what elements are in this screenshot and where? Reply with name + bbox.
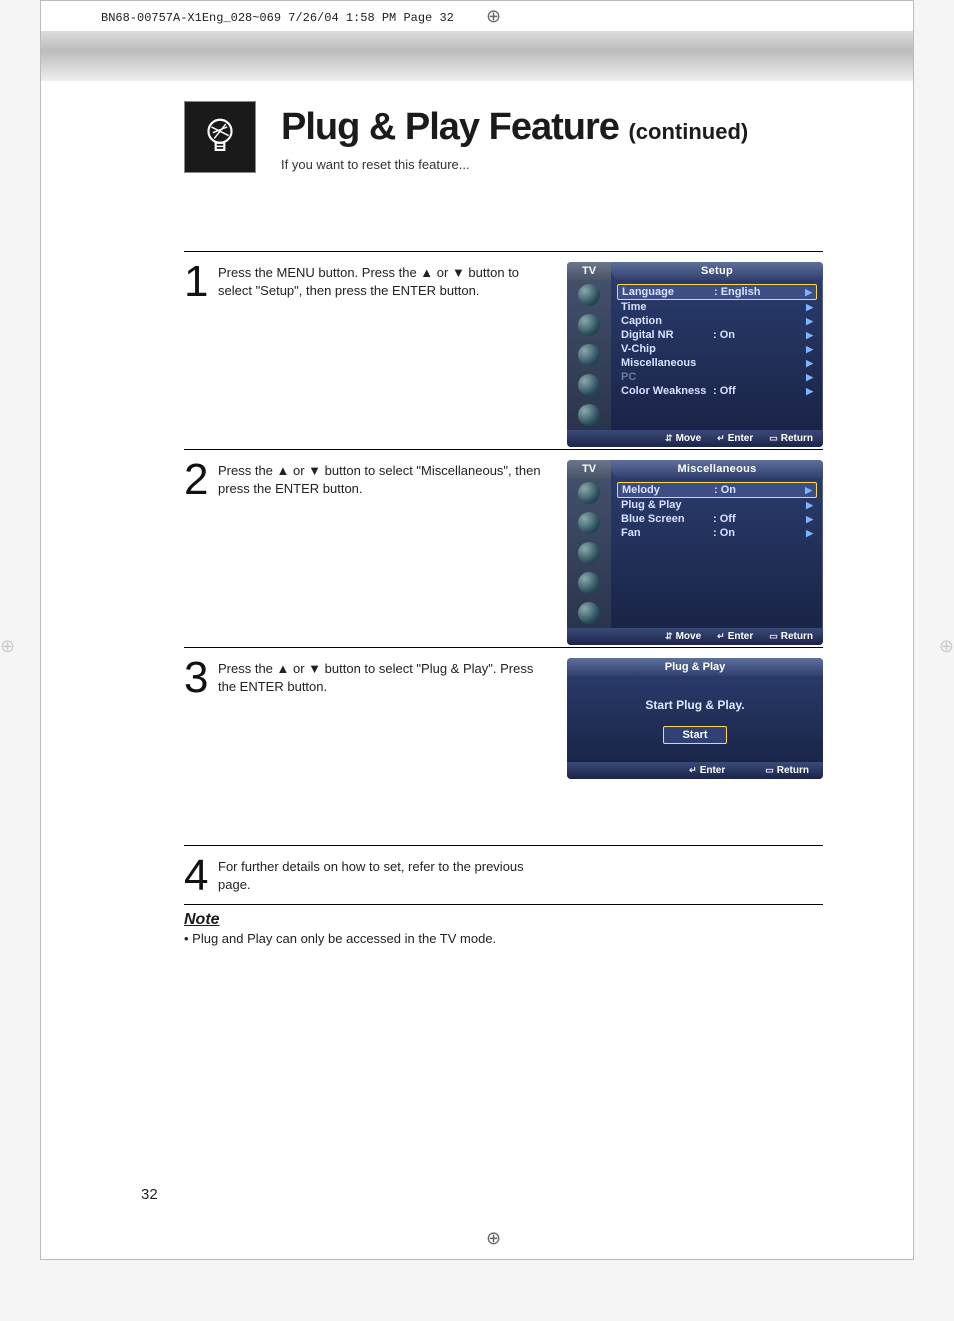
page-title-suffix: (continued) — [628, 119, 748, 144]
menu-item-blue-screen[interactable]: Blue Screen: Off▶ — [617, 512, 817, 526]
chevron-right-icon: ▶ — [804, 287, 812, 298]
print-header: BN68-00757A-X1Eng_028~069 7/26/04 1:58 P… — [101, 11, 454, 25]
header-band — [41, 31, 913, 81]
chevron-right-icon: ▶ — [805, 514, 813, 525]
menu-item-time[interactable]: Time▶ — [617, 300, 817, 314]
step-3: 3 Press the ▲ or ▼ button to select "Plu… — [184, 647, 823, 827]
menu-item-melody[interactable]: Melody: On▶ — [617, 482, 817, 498]
step-text: Press the ▲ or ▼ button to select "Plug … — [218, 658, 548, 695]
page: BN68-00757A-X1Eng_028~069 7/26/04 1:58 P… — [40, 0, 914, 1260]
chevron-right-icon: ▶ — [805, 500, 813, 511]
step-1: 1 Press the MENU button. Press the ▲ or … — [184, 251, 823, 431]
osd-menu-list: Language: English▶ Time▶ Caption▶ Digita… — [611, 280, 823, 430]
lightbulb-icon — [184, 101, 256, 173]
enter-icon: ↵ — [689, 765, 697, 776]
menu-item-vchip[interactable]: V-Chip▶ — [617, 342, 817, 356]
osd-message: Start Plug & Play. — [567, 676, 823, 726]
chevron-right-icon: ▶ — [805, 386, 813, 397]
sidebar-icon — [578, 314, 600, 336]
menu-item-miscellaneous[interactable]: Miscellaneous▶ — [617, 356, 817, 370]
crop-mark-bottom-icon: ⊕ — [486, 1228, 501, 1249]
chevron-right-icon: ▶ — [805, 528, 813, 539]
chevron-right-icon: ▶ — [804, 485, 812, 496]
crop-mark-left-icon: ⊕ — [0, 636, 15, 657]
osd-footer: ⇵Move ↵Enter ▭Return — [567, 628, 823, 645]
chevron-right-icon: ▶ — [805, 302, 813, 313]
osd-miscellaneous: TV Miscellaneous Melody: On▶ — [567, 460, 823, 645]
step-text: Press the ▲ or ▼ button to select "Misce… — [218, 460, 548, 497]
chevron-right-icon: ▶ — [805, 344, 813, 355]
chevron-right-icon: ▶ — [805, 316, 813, 327]
chevron-right-icon: ▶ — [805, 358, 813, 369]
step-2: 2 Press the ▲ or ▼ button to select "Mis… — [184, 449, 823, 629]
move-icon: ⇵ — [665, 433, 673, 444]
menu-item-color-weakness[interactable]: Color Weakness: Off▶ — [617, 384, 817, 398]
menu-item-pc: PC▶ — [617, 370, 817, 384]
menu-item-fan[interactable]: Fan: On▶ — [617, 526, 817, 540]
enter-icon: ↵ — [717, 631, 725, 642]
return-icon: ▭ — [769, 631, 778, 642]
step-text: For further details on how to set, refer… — [218, 856, 548, 893]
page-subtitle: If you want to reset this feature... — [281, 157, 748, 172]
chevron-right-icon: ▶ — [805, 372, 813, 383]
sidebar-icon — [578, 602, 600, 624]
sidebar-icon — [578, 374, 600, 396]
sidebar-icon — [578, 284, 600, 306]
menu-item-digital-nr[interactable]: Digital NR: On▶ — [617, 328, 817, 342]
osd-tab-tv: TV — [567, 460, 611, 478]
step-number: 4 — [184, 856, 214, 896]
crop-mark-top-icon: ⊕ — [486, 6, 501, 27]
note-text: • Plug and Play can only be accessed in … — [184, 931, 823, 946]
osd-menu-list: Melody: On▶ Plug & Play▶ Blue Screen: Of… — [611, 478, 823, 628]
osd-title: Plug & Play — [567, 658, 823, 676]
osd-sidebar — [567, 478, 611, 628]
note-title: Note — [184, 911, 823, 929]
menu-item-language[interactable]: Language: English▶ — [617, 284, 817, 300]
osd-title: Miscellaneous — [611, 460, 823, 478]
osd-title: Setup — [611, 262, 823, 280]
osd-tab-tv: TV — [567, 262, 611, 280]
step-number: 3 — [184, 658, 214, 698]
sidebar-icon — [578, 542, 600, 564]
sidebar-icon — [578, 572, 600, 594]
sidebar-icon — [578, 404, 600, 426]
menu-item-caption[interactable]: Caption▶ — [617, 314, 817, 328]
move-icon: ⇵ — [665, 631, 673, 642]
return-icon: ▭ — [769, 433, 778, 444]
osd-sidebar — [567, 280, 611, 430]
step-number: 2 — [184, 460, 214, 500]
return-icon: ▭ — [765, 765, 774, 776]
note-block: Note • Plug and Play can only be accesse… — [184, 904, 823, 946]
title-block: Plug & Play Feature (continued) If you w… — [281, 106, 748, 172]
start-button[interactable]: Start — [663, 726, 727, 744]
sidebar-icon — [578, 482, 600, 504]
step-text: Press the MENU button. Press the ▲ or ▼ … — [218, 262, 548, 299]
osd-plug-and-play: Plug & Play Start Plug & Play. Start ↵En… — [567, 658, 823, 779]
chevron-right-icon: ▶ — [805, 330, 813, 341]
osd-setup: TV Setup Language: English▶ — [567, 262, 823, 447]
osd-footer: ↵Enter ▭Return — [567, 762, 823, 779]
enter-icon: ↵ — [717, 433, 725, 444]
menu-item-plug-and-play[interactable]: Plug & Play▶ — [617, 498, 817, 512]
osd-footer: ⇵Move ↵Enter ▭Return — [567, 430, 823, 447]
page-title: Plug & Play Feature — [281, 106, 628, 148]
content: 1 Press the MENU button. Press the ▲ or … — [184, 251, 823, 943]
sidebar-icon — [578, 512, 600, 534]
step-number: 1 — [184, 262, 214, 302]
page-number: 32 — [141, 1186, 158, 1203]
crop-mark-right-icon: ⊕ — [939, 636, 954, 657]
sidebar-icon — [578, 344, 600, 366]
